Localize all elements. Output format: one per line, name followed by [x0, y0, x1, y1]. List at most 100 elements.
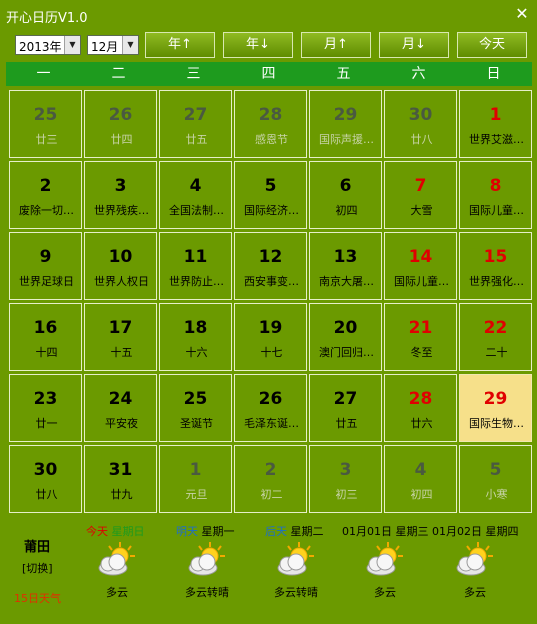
fifteen-day-weather-link[interactable]: 15日天气: [14, 590, 61, 606]
lunar-date-label: 圣诞节: [180, 417, 213, 430]
lunar-date-label: 国际生物…: [469, 417, 524, 430]
calendar-day-cell[interactable]: 21 冬至: [384, 303, 457, 371]
app-title: 开心日历V1.0: [6, 11, 88, 26]
calendar-day-cell[interactable]: 3 初三: [309, 445, 382, 513]
day-number: 26: [258, 389, 283, 409]
calendar-day-cell[interactable]: 6 初四: [309, 161, 382, 229]
forecast-day-label: 今天 星期日: [86, 523, 145, 539]
day-number: 10: [108, 247, 133, 267]
day-number: 2: [39, 176, 52, 196]
lunar-date-label: 世界人权日: [94, 275, 149, 288]
calendar-day-cell[interactable]: 1 元旦: [159, 445, 232, 513]
calendar-day-cell[interactable]: 11 世界防止…: [159, 232, 232, 300]
lunar-date-label: 廿八: [410, 133, 433, 146]
calendar-day-cell[interactable]: 5 小寒: [459, 445, 532, 513]
calendar-day-cell[interactable]: 1 世界艾滋…: [459, 90, 532, 158]
switch-city-link[interactable]: [切换]: [22, 560, 53, 576]
close-icon[interactable]: ✕: [513, 5, 531, 23]
calendar-day-cell[interactable]: 29 国际生物…: [459, 374, 532, 442]
calendar-day-cell[interactable]: 28 廿六: [384, 374, 457, 442]
calendar-day-cell[interactable]: 14 国际儿童…: [384, 232, 457, 300]
calendar-day-cell[interactable]: 15 世界强化…: [459, 232, 532, 300]
title-bar: 开心日历V1.0 ✕: [0, 0, 537, 30]
lunar-date-label: 澳门回归…: [319, 346, 374, 359]
day-number: 25: [183, 389, 208, 409]
calendar-day-cell[interactable]: 4 全国法制…: [159, 161, 232, 229]
lunar-date-label: 国际声援…: [319, 133, 374, 146]
calendar-day-cell[interactable]: 25 圣诞节: [159, 374, 232, 442]
forecast-weekday: 星期三: [392, 525, 429, 538]
day-number: 4: [189, 176, 202, 196]
day-number: 2: [264, 460, 277, 480]
forecast-condition: 多云转晴: [185, 586, 229, 599]
day-number: 1: [489, 105, 502, 125]
lunar-date-label: 西安事变…: [244, 275, 299, 288]
weekday-label: 六: [411, 66, 426, 82]
calendar-day-cell[interactable]: 2 初二: [234, 445, 307, 513]
calendar-day-cell[interactable]: 30 廿八: [9, 445, 82, 513]
calendar-day-cell[interactable]: 28 感恩节: [234, 90, 307, 158]
day-number: 23: [33, 389, 58, 409]
calendar-day-cell[interactable]: 23 廿一: [9, 374, 82, 442]
calendar-day-cell[interactable]: 2 废除一切…: [9, 161, 82, 229]
calendar-day-cell[interactable]: 9 世界足球日: [9, 232, 82, 300]
forecast-weekday: 星期一: [198, 525, 235, 538]
year-up-button[interactable]: 年↑: [145, 32, 215, 58]
calendar-day-cell[interactable]: 25 廿三: [9, 90, 82, 158]
year-select[interactable]: 2013年 ▼: [15, 35, 81, 55]
calendar-day-cell[interactable]: 13 南京大屠…: [309, 232, 382, 300]
day-number: 21: [408, 318, 433, 338]
lunar-date-label: 元旦: [185, 488, 208, 501]
calendar-day-cell[interactable]: 30 廿八: [384, 90, 457, 158]
calendar-day-cell[interactable]: 17 十五: [84, 303, 157, 371]
chevron-down-icon: ▼: [122, 36, 138, 54]
calendar-day-cell[interactable]: 26 毛泽东诞…: [234, 374, 307, 442]
forecast-condition: 多云: [106, 586, 128, 599]
forecast-condition: 多云: [464, 586, 486, 599]
day-number: 25: [33, 105, 58, 125]
calendar-day-cell[interactable]: 29 国际声援…: [309, 90, 382, 158]
calendar-day-cell[interactable]: 16 十四: [9, 303, 82, 371]
calendar-day-cell[interactable]: 5 国际经济…: [234, 161, 307, 229]
year-down-button[interactable]: 年↓: [223, 32, 293, 58]
lunar-date-label: 初四: [410, 488, 433, 501]
calendar-day-cell[interactable]: 18 十六: [159, 303, 232, 371]
today-button[interactable]: 今天: [457, 32, 527, 58]
month-select[interactable]: 12月 ▼: [87, 35, 139, 55]
month-up-button[interactable]: 月↑: [301, 32, 371, 58]
day-number: 6: [339, 176, 352, 196]
month-down-button[interactable]: 月↓: [379, 32, 449, 58]
partly-cloudy-sun-icon: [186, 540, 228, 578]
calendar-day-cell[interactable]: 7 大雪: [384, 161, 457, 229]
calendar-day-cell[interactable]: 10 世界人权日: [84, 232, 157, 300]
calendar-day-cell[interactable]: 19 十七: [234, 303, 307, 371]
day-number: 17: [108, 318, 133, 338]
calendar-day-cell[interactable]: 8 国际儿童…: [459, 161, 532, 229]
weather-panel: 莆田 [切换] 15日天气 今天 星期日 多云 明天 星期一 多云转晴 后天 星期二 多云…: [0, 518, 537, 624]
day-number: 19: [258, 318, 283, 338]
day-number: 30: [408, 105, 433, 125]
calendar-day-cell[interactable]: 31 廿九: [84, 445, 157, 513]
calendar-day-cell[interactable]: 27 廿五: [159, 90, 232, 158]
calendar-day-cell[interactable]: 22 二十: [459, 303, 532, 371]
day-number: 28: [258, 105, 283, 125]
day-number: 22: [483, 318, 508, 338]
calendar-day-cell[interactable]: 26 廿四: [84, 90, 157, 158]
calendar-day-cell[interactable]: 12 西安事变…: [234, 232, 307, 300]
calendar-day-cell[interactable]: 24 平安夜: [84, 374, 157, 442]
lunar-date-label: 国际儿童…: [394, 275, 449, 288]
calendar-day-cell[interactable]: 20 澳门回归…: [309, 303, 382, 371]
day-number: 13: [333, 247, 358, 267]
forecast-weekday: 星期日: [108, 525, 145, 538]
lunar-date-label: 十四: [35, 346, 58, 359]
day-number: 26: [108, 105, 133, 125]
calendar-day-cell[interactable]: 27 廿五: [309, 374, 382, 442]
day-number: 5: [489, 460, 502, 480]
calendar-day-cell[interactable]: 3 世界残疾…: [84, 161, 157, 229]
lunar-date-label: 廿五: [335, 417, 358, 430]
partly-cloudy-sun-icon: [364, 540, 406, 578]
day-number: 28: [408, 389, 433, 409]
calendar-day-cell[interactable]: 4 初四: [384, 445, 457, 513]
forecast-day-label: 01月02日 星期四: [432, 523, 519, 539]
day-number: 15: [483, 247, 508, 267]
